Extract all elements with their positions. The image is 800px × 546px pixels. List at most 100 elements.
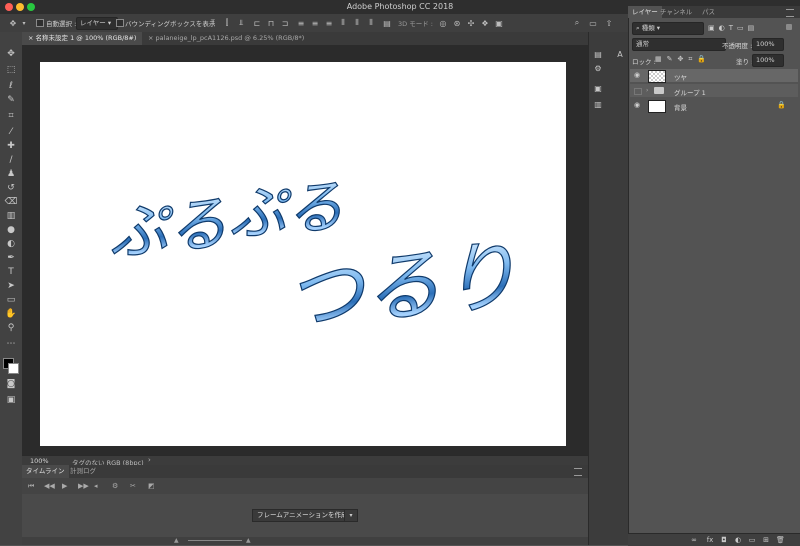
align-left-icon[interactable]: ⊏ — [252, 17, 262, 29]
properties-panel-icon[interactable]: ⚙ — [591, 62, 605, 74]
character-panel-icon[interactable]: A — [613, 48, 627, 60]
share-icon[interactable]: ⇧ — [604, 17, 614, 29]
3d-rotate-icon[interactable]: ◎ — [438, 17, 448, 29]
visibility-eye-icon[interactable]: ◉ — [634, 72, 642, 79]
transition-icon[interactable]: ◩ — [148, 482, 155, 490]
layers-panel-menu-icon[interactable] — [786, 9, 794, 17]
history-brush-icon[interactable]: ↺ — [3, 182, 19, 194]
align-top-icon[interactable]: ⫪ — [208, 17, 218, 29]
add-mask-icon[interactable]: ◘ — [720, 536, 728, 544]
layer-filter-dropdown[interactable]: ⌕ 種類 ▾ — [632, 22, 704, 35]
opacity-field[interactable]: 100% — [752, 38, 784, 51]
new-layer-icon[interactable]: ⊞ — [762, 536, 770, 544]
type-tool-icon[interactable]: T — [3, 266, 19, 278]
align-bottom-icon[interactable]: ⫫ — [236, 17, 246, 29]
delete-layer-icon[interactable]: 🗑 — [776, 536, 785, 544]
more-tools-icon[interactable]: ⋯ — [3, 338, 19, 350]
zoom-tool-icon[interactable]: ⚲ — [3, 322, 19, 334]
brush-tool-icon[interactable]: / — [3, 154, 19, 166]
split-scissors-icon[interactable]: ✂ — [130, 482, 136, 490]
align-right-icon[interactable]: ⊐ — [280, 17, 290, 29]
timeline-zoom-slider[interactable] — [188, 540, 242, 541]
crop-tool-icon[interactable]: ⌗ — [3, 110, 19, 122]
layer-row[interactable]: › グループ 1 — [630, 84, 798, 97]
3d-roll-icon[interactable]: ⊛ — [452, 17, 462, 29]
healing-brush-icon[interactable]: ✚ — [3, 140, 19, 152]
pen-tool-icon[interactable]: ✒ — [3, 252, 19, 264]
next-frame-icon[interactable]: ▶▶ — [78, 482, 89, 490]
layer-row[interactable]: ◉ ツヤ — [630, 69, 798, 83]
auto-select-checkbox[interactable] — [36, 19, 44, 27]
distribute-left-icon[interactable]: ⦀ — [338, 17, 348, 29]
tab-document-2[interactable]: × palaneige_lp_pcA1126.psd @ 6.25% (RGB/… — [142, 32, 310, 45]
distribute-hcenter-icon[interactable]: ⦀ — [352, 17, 362, 29]
marquee-tool-icon[interactable]: ⬚ — [3, 64, 19, 76]
screen-mode-icon[interactable]: ▣ — [3, 394, 19, 406]
eraser-tool-icon[interactable]: ⌫ — [3, 196, 19, 208]
adjustment-layer-icon[interactable]: ◐ — [734, 536, 742, 544]
3d-slide-icon[interactable]: ❖ — [480, 17, 490, 29]
search-icon[interactable]: ⌕ — [572, 17, 582, 29]
auto-select-dropdown[interactable]: レイヤー ▾ — [76, 17, 118, 30]
tab-close-icon[interactable]: × — [28, 34, 33, 42]
distribute-right-icon[interactable]: ⦀ — [366, 17, 376, 29]
lasso-tool-icon[interactable]: ℓ — [3, 80, 19, 92]
move-tool-icon[interactable]: ✥ — [6, 17, 20, 29]
eyedropper-tool-icon[interactable]: ⁄ — [3, 126, 19, 138]
history-panel-icon[interactable]: ▤ — [591, 48, 605, 60]
quick-mask-icon[interactable]: ◙ — [3, 378, 19, 390]
workspace-icon[interactable]: ▭ — [588, 17, 598, 29]
blur-tool-icon[interactable]: ● — [3, 224, 19, 236]
new-group-icon[interactable]: ▭ — [748, 536, 756, 544]
blend-mode-dropdown[interactable]: 通常 — [632, 38, 726, 51]
hand-tool-icon[interactable]: ✋ — [3, 308, 19, 320]
play-icon[interactable]: ▶ — [62, 482, 67, 490]
filter-toggle-icon[interactable] — [786, 24, 792, 30]
create-frame-animation-button[interactable]: フレームアニメーションを作成 — [252, 509, 353, 522]
distribute-center-icon[interactable]: ≡ — [310, 17, 320, 29]
tab-timeline[interactable]: タイムライン — [22, 465, 69, 478]
stamp-tool-icon[interactable]: ♟ — [3, 168, 19, 180]
auto-align-icon[interactable]: ▤ — [382, 17, 392, 29]
lock-buttons[interactable]: ▦✎✥⌗🔒 — [655, 55, 711, 64]
show-bbox-checkbox[interactable] — [116, 19, 124, 27]
zoom-large-icon[interactable]: ▲ — [246, 537, 251, 544]
prev-frame-icon[interactable]: ◀◀ — [44, 482, 55, 490]
move-tool-icon[interactable]: ✥ — [3, 48, 19, 60]
animation-type-chevron-icon[interactable]: ▾ — [344, 509, 358, 522]
distribute-bottom-icon[interactable]: ≡ — [324, 17, 334, 29]
3d-pan-icon[interactable]: ✣ — [466, 17, 476, 29]
quick-select-tool-icon[interactable]: ✎ — [3, 94, 19, 106]
layer-filter-icons[interactable]: ▣◐T▭▤ — [708, 24, 758, 32]
first-frame-icon[interactable]: ⏮ — [28, 482, 34, 491]
tool-preset-chevron-icon[interactable]: ▾ — [20, 17, 28, 29]
zoom-small-icon[interactable]: ▲ — [174, 537, 179, 544]
dodge-tool-icon[interactable]: ◐ — [3, 238, 19, 250]
tab-channels[interactable]: チャンネル — [656, 6, 696, 18]
visibility-eye-icon[interactable]: ◉ — [634, 102, 642, 109]
status-menu-arrow[interactable]: › — [148, 456, 151, 464]
path-select-icon[interactable]: ➤ — [3, 280, 19, 292]
timeline-menu-icon[interactable] — [574, 468, 582, 476]
tab-close-icon[interactable]: × — [148, 34, 153, 42]
background-color-swatch[interactable] — [8, 363, 19, 374]
link-layers-icon[interactable]: ∞ — [690, 536, 698, 544]
layer-style-icon[interactable]: fx — [706, 536, 714, 544]
audio-icon[interactable]: ◂ — [94, 482, 98, 490]
layer-row[interactable]: ◉ 背景 🔒 — [630, 99, 798, 113]
distribute-top-icon[interactable]: ≡ — [296, 17, 306, 29]
group-expand-chevron-icon[interactable]: › — [646, 87, 648, 94]
3d-scale-icon[interactable]: ▣ — [494, 17, 504, 29]
shape-tool-icon[interactable]: ▭ — [3, 294, 19, 306]
gradient-tool-icon[interactable]: ▥ — [3, 210, 19, 222]
libraries-panel-icon[interactable]: ▥ — [591, 98, 605, 110]
settings-gear-icon[interactable]: ⚙ — [112, 482, 118, 490]
align-vcenter-icon[interactable]: ⫿ — [222, 17, 232, 29]
align-hcenter-icon[interactable]: ⊓ — [266, 17, 276, 29]
visibility-toggle-off[interactable] — [634, 88, 642, 95]
tab-paths[interactable]: パス — [698, 6, 719, 18]
tab-measurement-log[interactable]: 計測ログ — [66, 465, 100, 478]
adjustments-panel-icon[interactable]: ▣ — [591, 82, 605, 94]
fill-field[interactable]: 100% — [752, 54, 784, 67]
tab-document-1[interactable]: × 名称未設定 1 @ 100% (RGB/8#) — [22, 32, 142, 45]
